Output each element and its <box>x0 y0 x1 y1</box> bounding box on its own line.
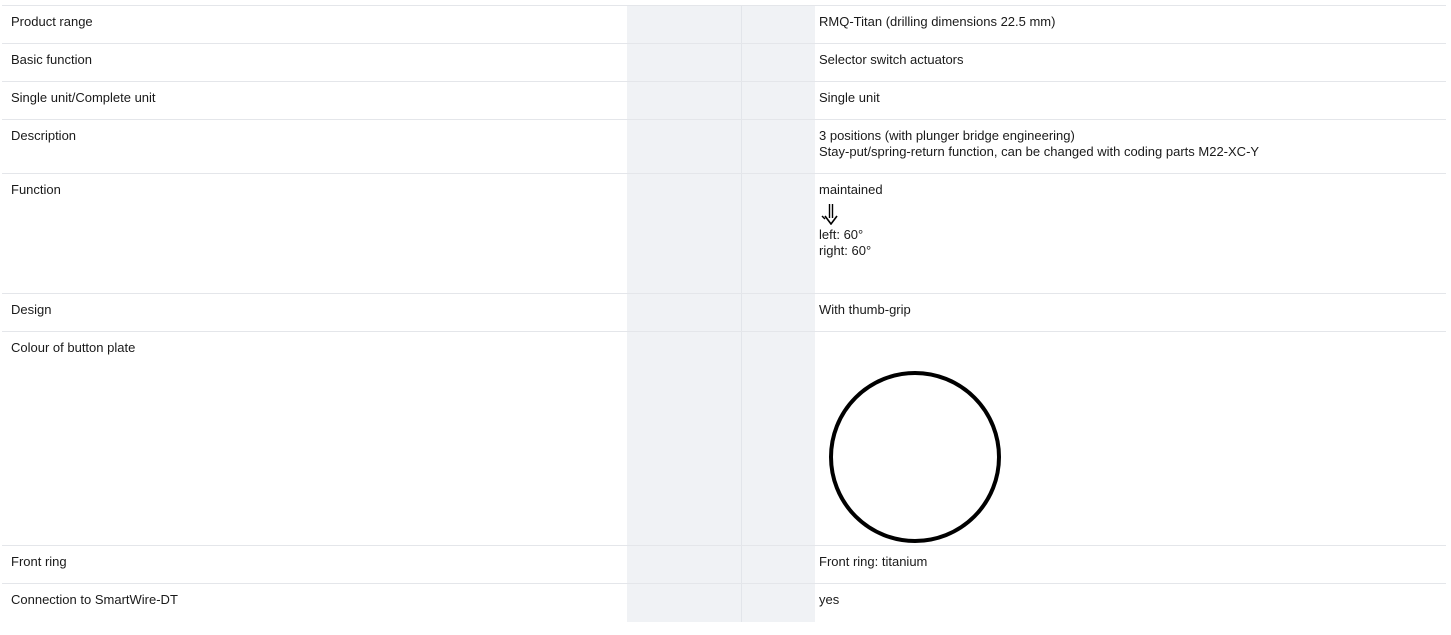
row-spacer <box>627 44 815 81</box>
spec-table: Product range RMQ-Titan (drilling dimens… <box>2 5 1446 622</box>
row-label: Description <box>11 128 77 143</box>
row-label: Colour of button plate <box>11 340 136 355</box>
row-spacer <box>627 584 815 622</box>
row-label: Basic function <box>11 52 92 67</box>
row-spacer <box>627 174 815 293</box>
row-smartwire-dt: Connection to SmartWire-DT yes <box>2 584 1446 622</box>
row-value: Front ring: titanium <box>819 554 928 569</box>
row-value: Selector switch actuators <box>819 52 964 67</box>
row-front-ring: Front ring Front ring: titanium <box>2 546 1446 584</box>
row-spacer <box>627 6 815 43</box>
row-label: Function <box>11 182 61 197</box>
row-basic-function: Basic function Selector switch actuators <box>2 44 1446 82</box>
row-spacer <box>627 546 815 583</box>
function-right-angle: right: 60° <box>819 243 872 258</box>
row-description: Description 3 positions (with plunger br… <box>2 120 1446 174</box>
row-colour-button-plate: Colour of button plate <box>2 332 1446 546</box>
description-line-2: Stay-put/spring-return function, can be … <box>819 144 1260 159</box>
function-value: maintained <box>819 182 883 197</box>
row-value: With thumb-grip <box>819 302 911 317</box>
row-design: Design With thumb-grip <box>2 294 1446 332</box>
row-single-complete-unit: Single unit/Complete unit Single unit <box>2 82 1446 120</box>
description-line-1: 3 positions (with plunger bridge enginee… <box>819 128 1075 143</box>
row-product-range: Product range RMQ-Titan (drilling dimens… <box>2 6 1446 44</box>
row-label: Product range <box>11 14 93 29</box>
row-value: Single unit <box>819 90 880 105</box>
row-value: 3 positions (with plunger bridge enginee… <box>815 120 1446 173</box>
button-plate-circle-icon <box>829 371 1001 543</box>
maintained-function-arrow-icon <box>821 204 838 225</box>
function-left-angle: left: 60° <box>819 227 864 242</box>
row-value: yes <box>819 592 840 607</box>
row-value <box>815 332 1446 545</box>
row-label: Design <box>11 302 52 317</box>
row-label: Connection to SmartWire-DT <box>11 592 178 607</box>
row-label: Single unit/Complete unit <box>11 90 156 105</box>
row-spacer <box>627 294 815 331</box>
row-value: RMQ-Titan (drilling dimensions 22.5 mm) <box>819 14 1056 29</box>
row-spacer <box>627 120 815 173</box>
row-function: Function maintained left: 60° right: 60° <box>2 174 1446 294</box>
row-spacer <box>627 82 815 119</box>
row-spacer <box>627 332 815 545</box>
row-value: maintained left: 60° right: 60° <box>815 174 1446 293</box>
row-label: Front ring <box>11 554 67 569</box>
